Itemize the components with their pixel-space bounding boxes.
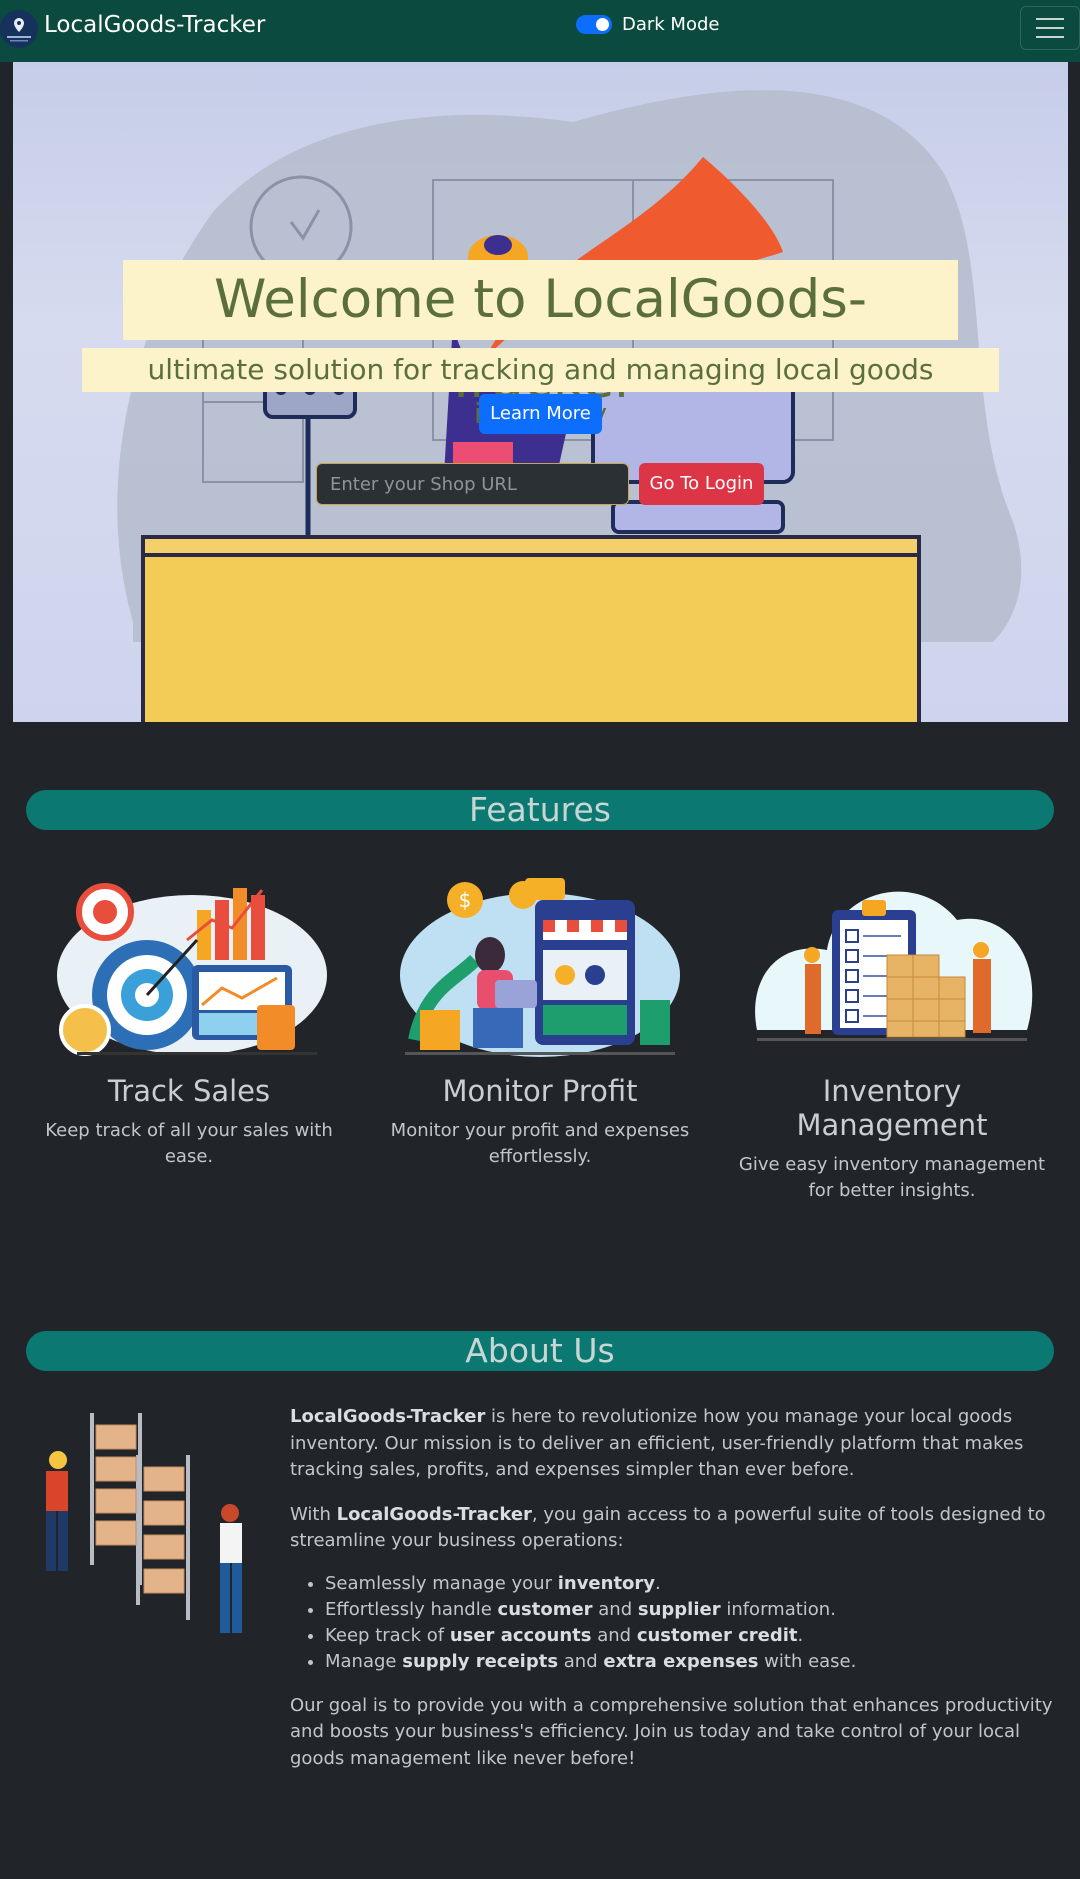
list-item: Keep track of user accounts and customer… bbox=[325, 1623, 1060, 1649]
feature-description: Keep track of all your sales with ease. bbox=[45, 1120, 333, 1167]
feature-card-monitor-profit: $ Monitor Profit Monitor your profit and… bbox=[375, 870, 705, 1170]
go-to-login-button[interactable]: Go To Login bbox=[639, 463, 764, 505]
about-paragraph-goal: Our goal is to provide you with a compre… bbox=[290, 1694, 1053, 1769]
features-heading: Features bbox=[26, 790, 1054, 830]
warehouse-workers-illustration bbox=[46, 1413, 242, 1633]
brand-logo-icon[interactable] bbox=[0, 10, 38, 48]
feature-card-inventory-management: Inventory Management Give easy inventory… bbox=[727, 870, 1057, 1204]
dark-mode-label: Dark Mode bbox=[622, 14, 720, 35]
feature-title: Track Sales bbox=[107, 1074, 271, 1108]
hero-title: Welcome to LocalGoods-Tracker bbox=[123, 260, 958, 410]
feature-title: Inventory Management bbox=[796, 1074, 988, 1142]
feature-description: Monitor your profit and expenses effortl… bbox=[390, 1120, 690, 1167]
about-heading: About Us bbox=[26, 1331, 1054, 1371]
inventory-checklist-icon bbox=[755, 891, 1033, 1041]
hero-section: Welcome to LocalGoods-Tracker ultimate s… bbox=[13, 62, 1068, 722]
menu-icon bbox=[1036, 18, 1064, 20]
profit-shop-icon: $ bbox=[400, 878, 680, 1057]
about-paragraph-tools: With LocalGoods-Tracker, you gain access… bbox=[290, 1503, 1046, 1552]
sales-target-icon bbox=[56, 883, 327, 1056]
shop-url-input[interactable] bbox=[316, 463, 629, 505]
dark-mode-switch[interactable] bbox=[576, 15, 612, 34]
list-item: Effortlessly handle customer and supplie… bbox=[325, 1597, 1060, 1623]
feature-title: Monitor Profit bbox=[442, 1074, 638, 1108]
list-item: Seamlessly manage your inventory. bbox=[325, 1571, 1060, 1597]
svg-text:$: $ bbox=[459, 888, 472, 912]
navbar: LocalGoods-Tracker Dark Mode bbox=[0, 0, 1080, 62]
feature-description: Give easy inventory management for bette… bbox=[738, 1154, 1046, 1201]
about-content: LocalGoods-Tracker is here to revolution… bbox=[290, 1404, 1060, 1790]
list-item: Manage supply receipts and extra expense… bbox=[325, 1649, 1060, 1675]
dark-mode-toggle[interactable]: Dark Mode bbox=[576, 14, 719, 35]
learn-more-button[interactable]: Learn More bbox=[479, 394, 602, 434]
feature-list: Seamlessly manage your inventory. Effort… bbox=[325, 1571, 1060, 1675]
feature-card-track-sales: Track Sales Keep track of all your sales… bbox=[24, 870, 354, 1170]
about-paragraph-intro: LocalGoods-Tracker is here to revolution… bbox=[290, 1406, 1024, 1480]
hero-subtitle: ultimate solution for tracking and manag… bbox=[82, 348, 999, 430]
menu-toggle-button[interactable] bbox=[1020, 6, 1080, 50]
brand-link[interactable]: LocalGoods-Tracker bbox=[44, 12, 265, 38]
